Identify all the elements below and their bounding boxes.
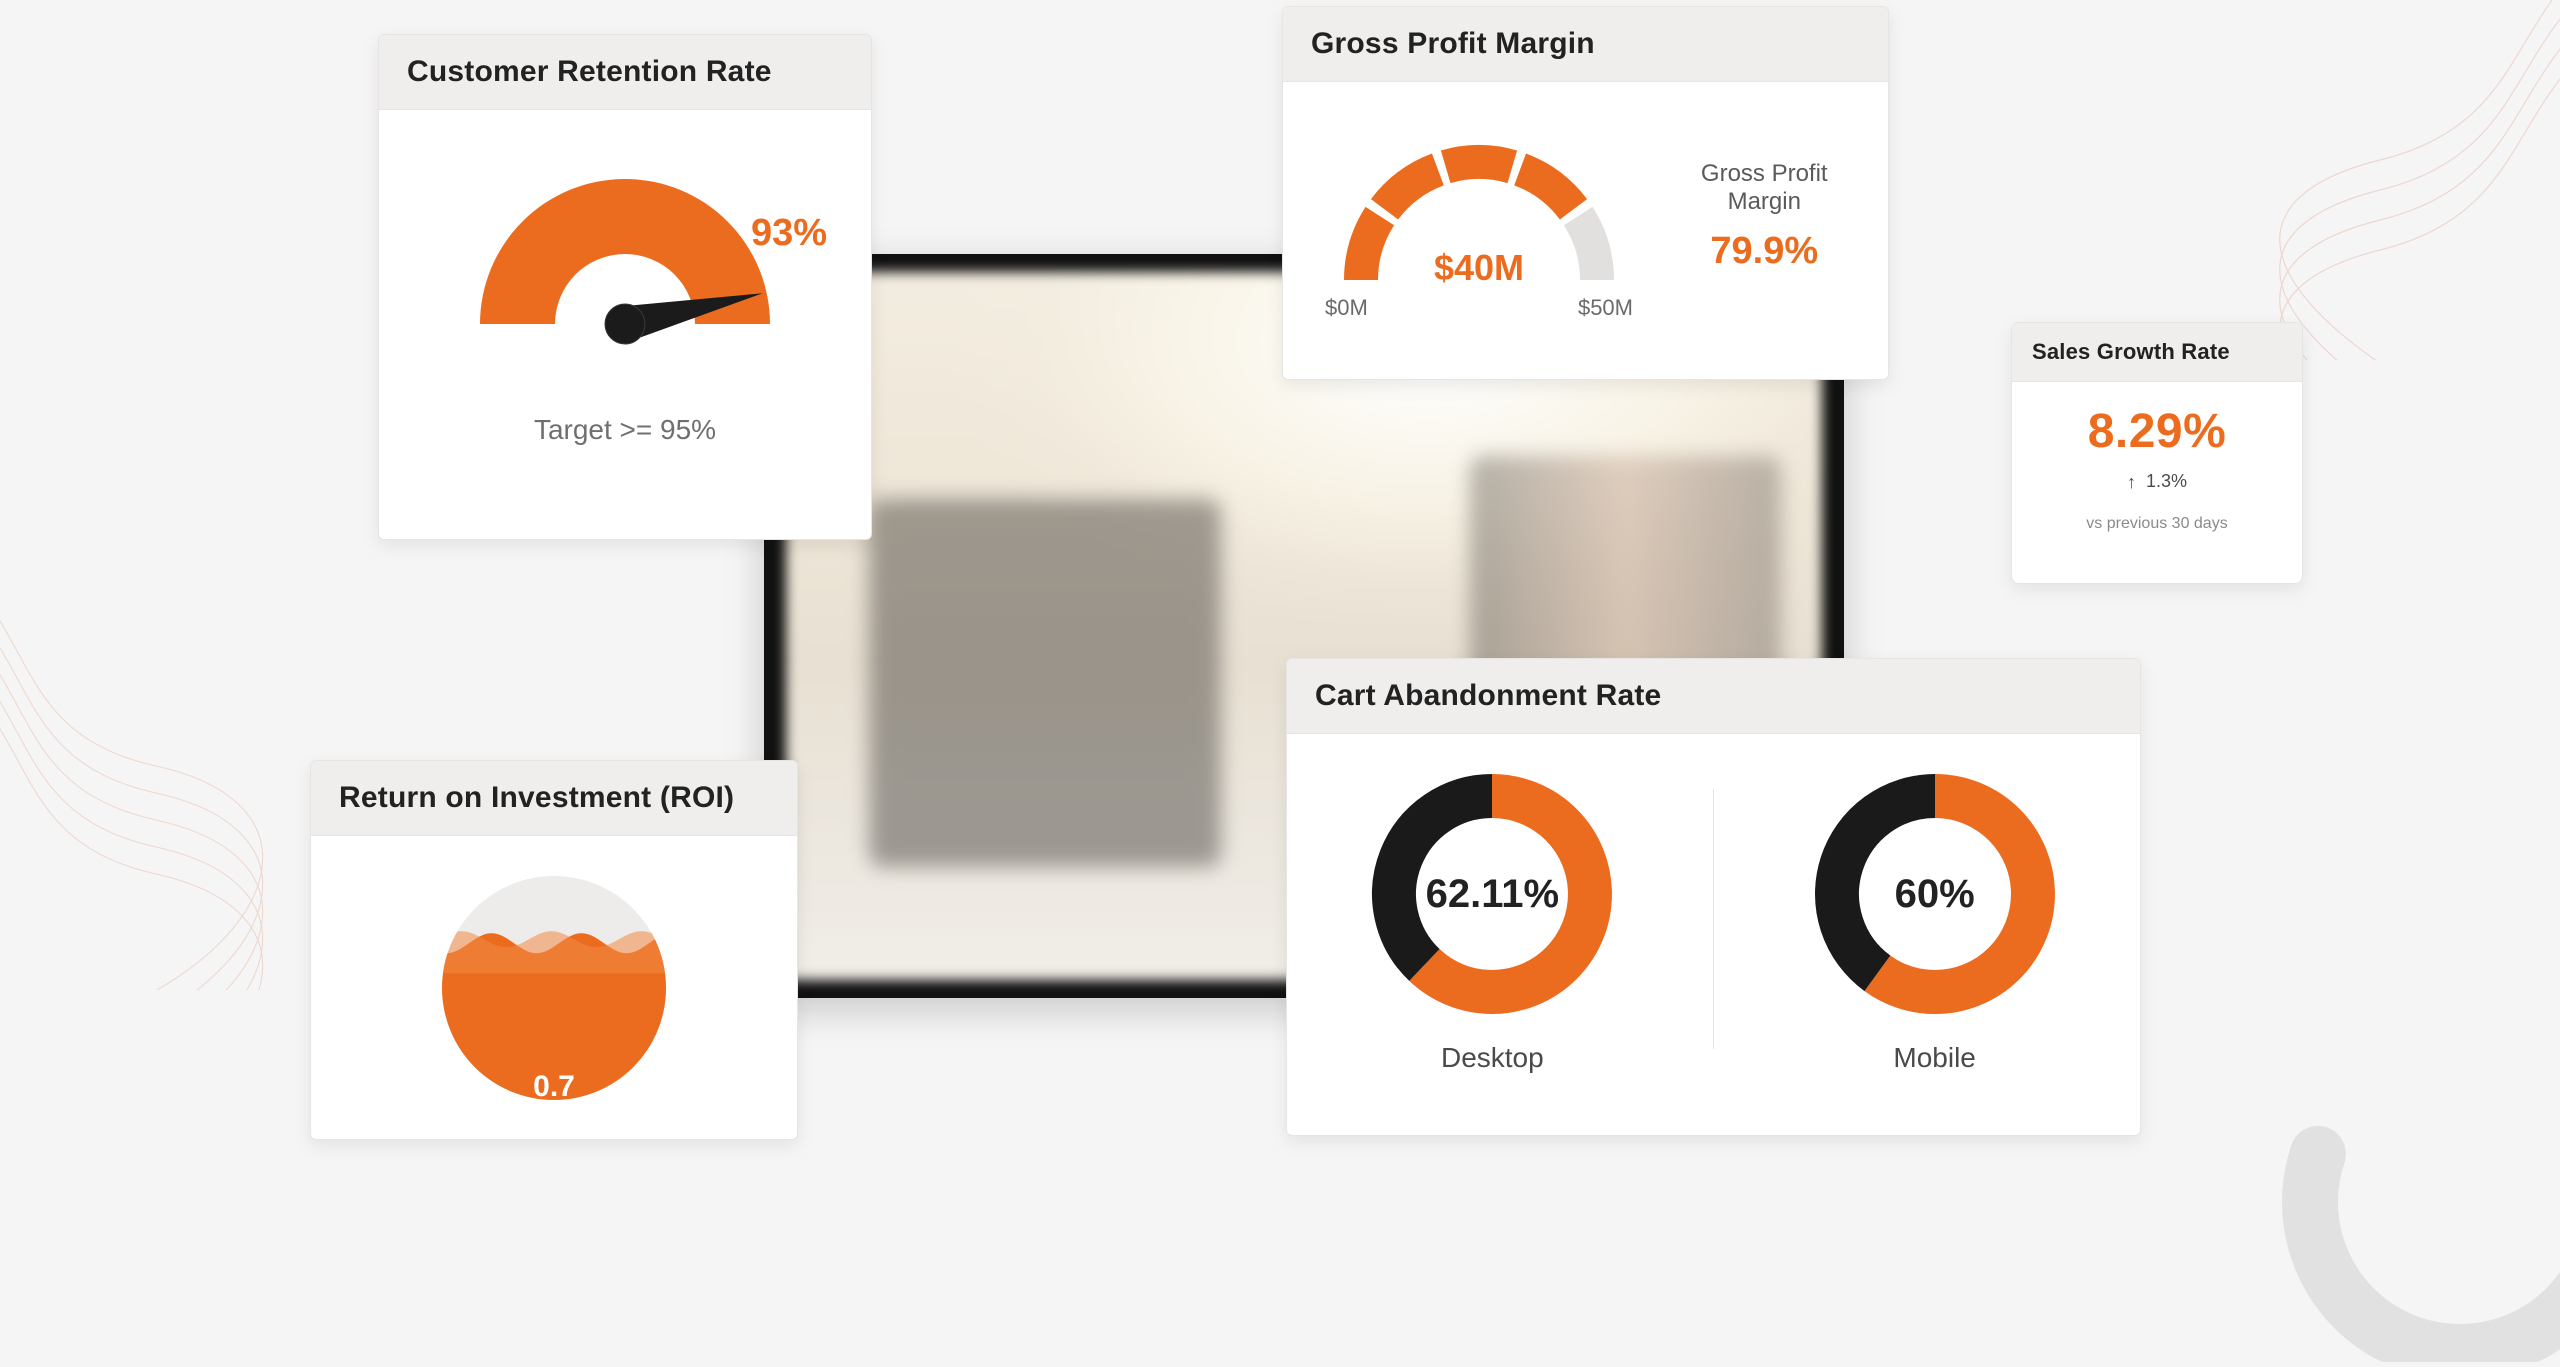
card-cart-abandonment: Cart Abandonment Rate 62.11% Desktop 60%… — [1286, 658, 2141, 1136]
sales-delta: ↑ 1.3% — [2127, 471, 2187, 492]
gpm-axis-min: $0M — [1325, 295, 1368, 321]
retention-value: 93% — [751, 212, 827, 255]
divider — [1713, 789, 1714, 1049]
donut-desktop-value: 62.11% — [1362, 764, 1622, 1024]
donut-desktop: 62.11% — [1362, 764, 1622, 1024]
card-customer-retention: Customer Retention Rate 93% Target >= 95… — [378, 34, 872, 540]
donut-mobile-label: Mobile — [1805, 1042, 2065, 1074]
arrow-up-icon: ↑ — [2127, 473, 2136, 491]
retention-gauge: 93% — [407, 134, 843, 374]
card-title: Customer Retention Rate — [379, 35, 871, 110]
card-roi: Return on Investment (ROI) 0.7 — [310, 760, 798, 1140]
card-title: Cart Abandonment Rate — [1287, 659, 2140, 734]
donut-mobile: 60% — [1805, 764, 2065, 1024]
sales-delta-value: 1.3% — [2146, 471, 2187, 492]
card-title: Return on Investment (ROI) — [311, 761, 797, 836]
roi-value: 0.7 — [533, 1070, 575, 1104]
gpm-right-label: Gross Profit Margin — [1663, 160, 1866, 216]
gpm-pct: 79.9% — [1663, 230, 1866, 273]
card-title: Sales Growth Rate — [2012, 323, 2302, 382]
decorative-swirl-right-bottom — [2200, 942, 2560, 1362]
card-title: Gross Profit Margin — [1283, 7, 1888, 82]
card-sales-growth: Sales Growth Rate 8.29% ↑ 1.3% vs previo… — [2011, 322, 2303, 584]
card-gross-profit-margin: Gross Profit Margin $40M $0M $50M Gross … — [1282, 6, 1889, 380]
donut-mobile-value: 60% — [1805, 764, 2065, 1024]
decorative-waves-right-top — [2200, 0, 2560, 360]
decorative-waves-left — [0, 470, 300, 990]
gpm-axis-max: $50M — [1578, 295, 1633, 321]
donut-desktop-label: Desktop — [1362, 1042, 1622, 1074]
retention-target-label: Target >= 95% — [407, 414, 843, 446]
sales-value: 8.29% — [2032, 404, 2282, 459]
sales-caption: vs previous 30 days — [2032, 515, 2282, 533]
